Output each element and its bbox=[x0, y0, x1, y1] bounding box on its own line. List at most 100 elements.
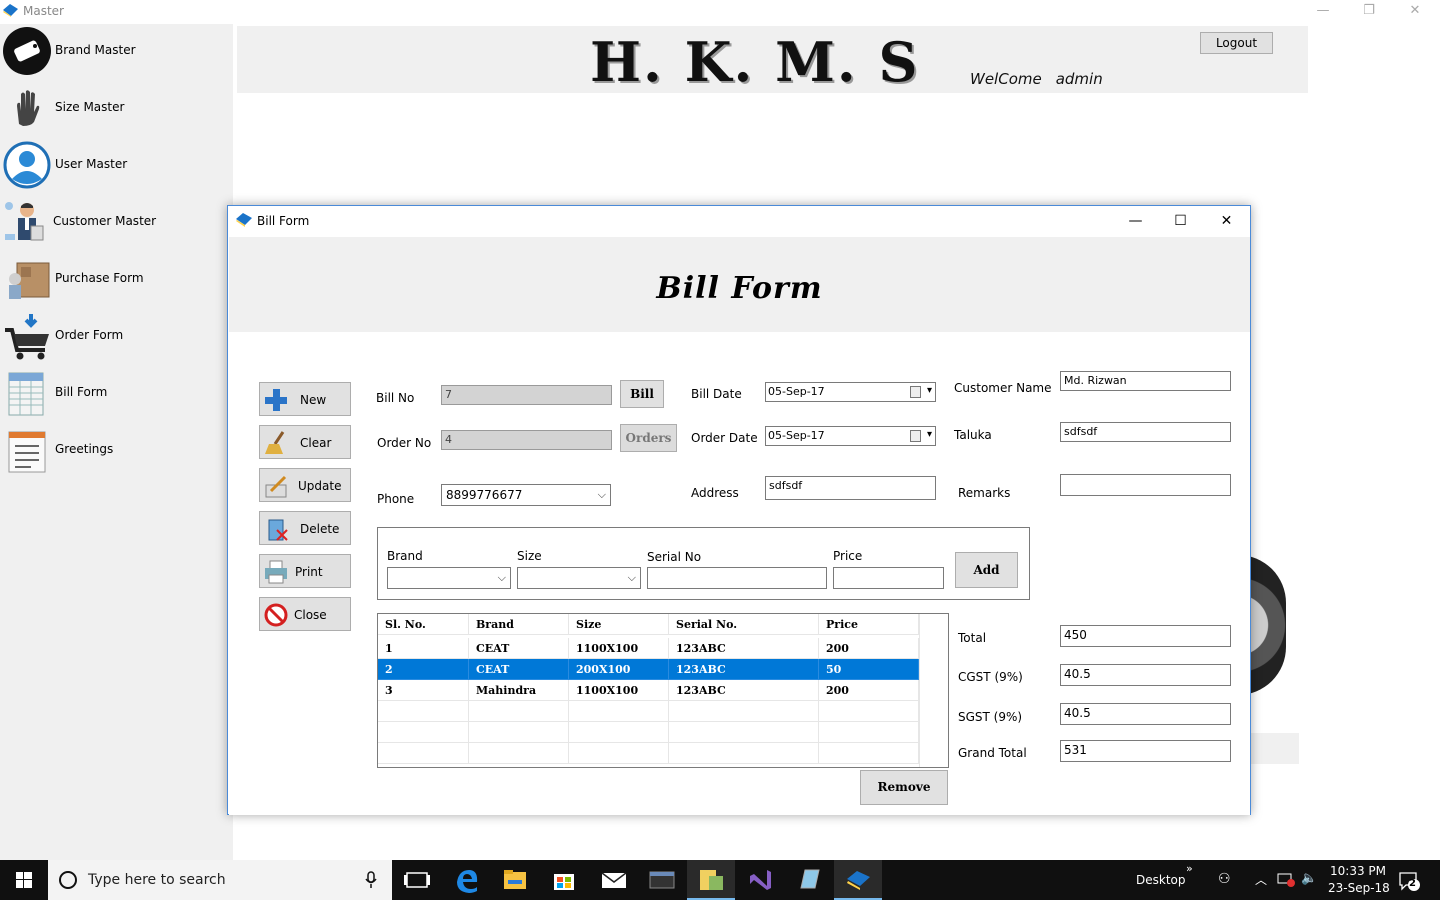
sidebar-item-customer-master[interactable]: Customer Master bbox=[0, 195, 233, 250]
close-button[interactable]: Close bbox=[259, 597, 351, 631]
sidebar-item-label: Purchase Form bbox=[55, 271, 144, 285]
clock-date[interactable]: 23-Sep-18 bbox=[1328, 881, 1390, 895]
store-icon[interactable] bbox=[540, 860, 588, 900]
column-header[interactable]: Sl. No. bbox=[378, 614, 469, 635]
cell-price: 200 bbox=[819, 680, 919, 701]
bill-form-banner: Bill Form bbox=[229, 237, 1250, 332]
visual-studio-icon[interactable] bbox=[736, 860, 784, 900]
people-icon[interactable]: ⚇ bbox=[1218, 871, 1231, 887]
cell-price: 200 bbox=[819, 638, 919, 659]
bill-no-label: Bill No bbox=[376, 391, 415, 405]
notification-count: 2 bbox=[1409, 878, 1416, 889]
sidebar-item-greetings[interactable]: Greetings bbox=[0, 423, 233, 478]
bill-no-field[interactable]: 7 bbox=[441, 385, 612, 405]
taskbar-search[interactable]: Type here to search bbox=[48, 860, 392, 900]
sidebar-item-size-master[interactable]: Size Master bbox=[0, 81, 233, 136]
order-no-field[interactable]: 4 bbox=[441, 430, 612, 450]
table-row[interactable]: 1 CEAT 1100X100 123ABC 200 bbox=[378, 638, 919, 659]
sidebar-item-brand-master[interactable]: Brand Master bbox=[0, 24, 233, 79]
cell-size: 1100X100 bbox=[569, 680, 669, 701]
start-button[interactable] bbox=[0, 860, 48, 900]
new-button[interactable]: New bbox=[259, 382, 351, 416]
sgst-field[interactable]: 40.5 bbox=[1060, 703, 1231, 725]
network-disconnected-icon[interactable] bbox=[1277, 873, 1295, 887]
restore-button[interactable]: ❐ bbox=[1346, 2, 1392, 22]
bill-date-label: Bill Date bbox=[691, 387, 742, 401]
bill-form-window: Bill Form — ☐ ✕ Bill Form New Clear Upda… bbox=[227, 205, 1251, 815]
brand-combo[interactable]: ⌵ bbox=[387, 567, 511, 589]
price-field[interactable] bbox=[833, 567, 944, 589]
clock-time[interactable]: 10:33 PM bbox=[1330, 864, 1386, 878]
close-window-button[interactable]: ✕ bbox=[1392, 2, 1438, 22]
file-explorer-icon[interactable] bbox=[491, 860, 539, 900]
serial-no-field[interactable] bbox=[647, 567, 827, 589]
column-header[interactable]: Serial No. bbox=[669, 614, 819, 635]
taskbar: Type here to search Desktop » ⚇ ︿ 🔈 10:3… bbox=[0, 860, 1440, 900]
grand-total-label: Grand Total bbox=[958, 746, 1027, 760]
chevron-right-icon[interactable]: » bbox=[1186, 862, 1193, 875]
order-date-picker[interactable]: 05-Sep-17 ▾ bbox=[765, 426, 936, 446]
table-row[interactable]: 3 Mahindra 1100X100 123ABC 200 bbox=[378, 680, 919, 701]
notebook-icon[interactable] bbox=[785, 860, 833, 900]
sidebar-item-purchase-form[interactable]: Purchase Form bbox=[0, 252, 233, 307]
maximize-button[interactable]: ☐ bbox=[1158, 206, 1203, 236]
sidebar-item-label: Brand Master bbox=[55, 43, 136, 57]
sidebar-item-order-form[interactable]: Order Form bbox=[0, 309, 233, 364]
column-header[interactable]: Size bbox=[569, 614, 669, 635]
address-field[interactable]: sdfsdf bbox=[765, 476, 936, 500]
logout-button[interactable]: Logout bbox=[1200, 32, 1273, 54]
background-panel bbox=[1250, 733, 1299, 764]
sql-server-icon[interactable] bbox=[638, 860, 686, 900]
items-grid[interactable]: Sl. No. Brand Size Serial No. Price 1 CE… bbox=[377, 613, 949, 768]
task-view-icon[interactable] bbox=[393, 860, 441, 900]
total-field[interactable]: 450 bbox=[1060, 625, 1231, 647]
cgst-field[interactable]: 40.5 bbox=[1060, 664, 1231, 686]
sidebar-item-label: Customer Master bbox=[53, 214, 157, 228]
orders-button[interactable]: Orders bbox=[620, 424, 677, 452]
bill-button[interactable]: Bill bbox=[620, 380, 664, 408]
app-book-icon bbox=[3, 4, 18, 17]
minimize-button[interactable]: — bbox=[1113, 206, 1158, 236]
serial-no-label: Serial No bbox=[647, 550, 702, 564]
column-header[interactable]: Price bbox=[819, 614, 919, 635]
mail-icon[interactable] bbox=[590, 860, 638, 900]
print-button[interactable]: Print bbox=[259, 554, 351, 588]
brand-label: Brand bbox=[387, 549, 423, 563]
database-tool-icon[interactable] bbox=[687, 860, 735, 900]
bill-form-window-title: Bill Form bbox=[257, 214, 310, 228]
bill-date-picker[interactable]: 05-Sep-17 ▾ bbox=[765, 382, 936, 402]
close-window-button[interactable]: ✕ bbox=[1204, 206, 1249, 236]
phone-combo[interactable]: 8899776677 ⌵ bbox=[441, 484, 611, 506]
add-button[interactable]: Add bbox=[955, 552, 1018, 588]
table-row-selected[interactable]: 2 CEAT 200X100 123ABC 50 bbox=[378, 659, 919, 680]
size-combo[interactable]: ⌵ bbox=[517, 567, 641, 589]
sidebar-item-bill-form[interactable]: Bill Form bbox=[0, 366, 233, 421]
grand-total-field[interactable]: 531 bbox=[1060, 740, 1231, 762]
chevron-up-icon[interactable]: ︿ bbox=[1255, 871, 1267, 888]
document-icon bbox=[8, 431, 46, 473]
minimize-button[interactable]: — bbox=[1300, 2, 1346, 22]
taluka-field[interactable]: sdfsdf bbox=[1060, 422, 1231, 442]
desktop-toolbar-label[interactable]: Desktop bbox=[1136, 873, 1186, 887]
remarks-field[interactable] bbox=[1060, 474, 1231, 496]
sidebar-item-user-master[interactable]: User Master bbox=[0, 138, 233, 193]
search-placeholder: Type here to search bbox=[88, 872, 226, 888]
cell-size: 200X100 bbox=[569, 659, 669, 680]
clear-button[interactable]: Clear bbox=[259, 425, 351, 459]
delete-button[interactable]: Delete bbox=[259, 511, 351, 545]
volume-icon[interactable]: 🔈 bbox=[1301, 871, 1317, 886]
master-titlebar: Master — ❐ ✕ bbox=[0, 0, 1440, 24]
welcome-text: WelCome admin bbox=[970, 70, 1117, 88]
edge-icon[interactable] bbox=[443, 860, 491, 900]
tag-icon bbox=[3, 27, 51, 75]
master-app-icon[interactable] bbox=[834, 860, 882, 900]
update-button[interactable]: Update bbox=[259, 468, 351, 502]
column-header[interactable]: Brand bbox=[469, 614, 569, 635]
spreadsheet-icon bbox=[8, 372, 44, 416]
customer-name-field[interactable]: Md. Rizwan bbox=[1060, 371, 1231, 391]
cell-sl-no: 3 bbox=[378, 680, 469, 701]
address-label: Address bbox=[691, 486, 739, 500]
remove-button[interactable]: Remove bbox=[860, 770, 948, 805]
sgst-label: SGST (9%) bbox=[958, 710, 1023, 724]
microphone-icon[interactable] bbox=[364, 871, 378, 889]
